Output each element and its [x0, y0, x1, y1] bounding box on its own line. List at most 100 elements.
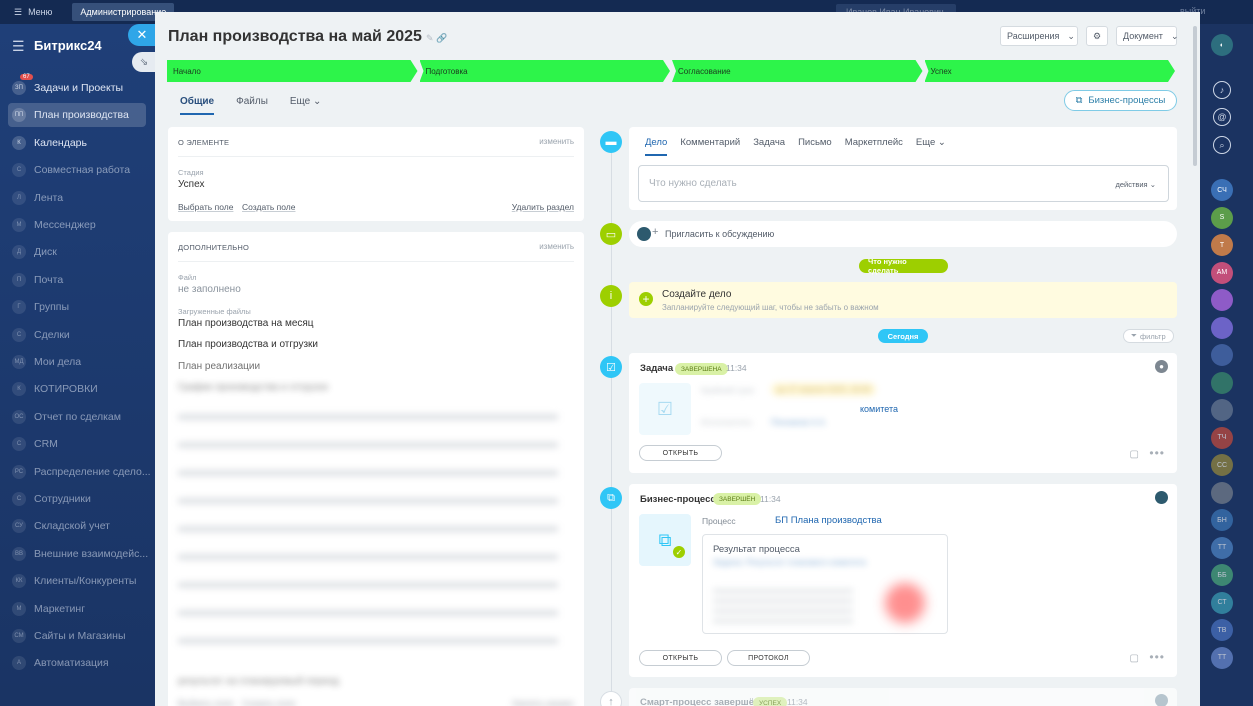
- chat-avatar[interactable]: [1211, 371, 1233, 394]
- menu-button[interactable]: ☰ Меню: [14, 7, 52, 18]
- bell-icon[interactable]: ♪: [1213, 81, 1231, 99]
- open-button[interactable]: ОТКРЫТЬ: [639, 650, 722, 666]
- add-icon[interactable]: +: [639, 292, 653, 306]
- sidebar-item[interactable]: СУ Складской учет: [0, 514, 155, 538]
- todo-input[interactable]: Что нужно сделать действия ⌄: [638, 165, 1169, 202]
- protocol-button[interactable]: ПРОТОКОЛ: [727, 650, 810, 666]
- chat-avatar[interactable]: СТ: [1211, 591, 1233, 614]
- tab-more[interactable]: Еще ⌄: [290, 96, 322, 115]
- chat-avatar[interactable]: ТЧ: [1211, 426, 1233, 449]
- chat-avatar[interactable]: [1211, 481, 1233, 504]
- sidebar-item-label: Почта: [34, 273, 64, 286]
- tab-task[interactable]: Задача: [753, 137, 785, 156]
- file-link[interactable]: План производства и отгрузки: [178, 339, 318, 350]
- stage-success[interactable]: Успех: [925, 60, 1176, 82]
- file-link[interactable]: План реализации: [178, 361, 260, 372]
- note-icon[interactable]: ▢: [1130, 449, 1139, 460]
- create-field-link[interactable]: Создать поле: [242, 698, 296, 706]
- chat-avatar[interactable]: СС: [1211, 454, 1233, 476]
- tab-marketplace[interactable]: Маркетплейс: [845, 137, 903, 156]
- collapse-icon[interactable]: ⇘: [132, 52, 156, 72]
- sidebar-item[interactable]: М Мессенджер: [0, 213, 155, 237]
- invite-row[interactable]: + Пригласить к обсуждению: [629, 221, 1177, 247]
- sidebar-item[interactable]: А Автоматизация: [0, 651, 155, 675]
- file-link[interactable]: План производства на месяц: [178, 318, 314, 329]
- more-icon[interactable]: •••: [1149, 650, 1165, 664]
- tab-deal[interactable]: Дело: [645, 137, 668, 156]
- sidebar-item[interactable]: ПП План производства: [8, 103, 146, 128]
- chat-avatar[interactable]: [1211, 399, 1233, 421]
- file-link[interactable]: График производства и отгрузок: [178, 382, 328, 393]
- sidebar-item[interactable]: РС Распределение сдело...: [0, 460, 155, 484]
- create-deal-card[interactable]: + Создайте дело Запланируйте следующий ш…: [629, 282, 1177, 318]
- sidebar-item[interactable]: П Почта: [0, 268, 155, 292]
- process-link[interactable]: БП Плана производства: [775, 515, 882, 526]
- stage-label: Стадия: [178, 168, 204, 177]
- create-field-link[interactable]: Создать поле: [242, 202, 296, 212]
- extensions-button[interactable]: Расширения ⌄: [1000, 26, 1078, 46]
- chat-avatar[interactable]: ТВ: [1211, 619, 1233, 641]
- stage-preparation[interactable]: Подготовка: [420, 60, 671, 82]
- open-button[interactable]: ОТКРЫТЬ: [639, 445, 722, 461]
- arrow-up-icon[interactable]: ↑: [600, 691, 622, 706]
- sidebar-item[interactable]: СМ Сайты и Магазины: [0, 624, 155, 648]
- avatar[interactable]: ◐: [1211, 34, 1233, 56]
- sidebar-item[interactable]: С Совместная работа: [0, 158, 155, 182]
- close-icon[interactable]: ✕: [128, 24, 156, 46]
- chat-avatar[interactable]: ББ: [1211, 564, 1233, 586]
- edit-icon[interactable]: ✎ 🔗: [426, 33, 447, 44]
- status-badge: ЗАВЕРШЁН: [713, 493, 762, 505]
- more-icon[interactable]: •••: [1149, 446, 1165, 460]
- business-processes-button[interactable]: ⧉ Бизнес-процессы: [1064, 90, 1177, 111]
- tab-comment[interactable]: Комментарий: [680, 137, 740, 156]
- sidebar-item[interactable]: Л Лента: [0, 186, 155, 210]
- sidebar-item[interactable]: ВВ Внешние взаимодейс...: [0, 542, 155, 566]
- document-button[interactable]: Документ ⌄: [1116, 26, 1178, 46]
- delete-section-link[interactable]: Удалить раздел: [512, 202, 574, 212]
- sidebar-item[interactable]: Г Группы: [0, 295, 155, 319]
- scrollbar[interactable]: [1193, 26, 1197, 166]
- choose-field-link[interactable]: Выбрать поле: [178, 698, 233, 706]
- choose-field-link[interactable]: Выбрать поле: [178, 202, 233, 212]
- sidebar-item[interactable]: КК Клиенты/Конкуренты: [0, 569, 155, 593]
- task-link[interactable]: комитета: [860, 404, 898, 414]
- about-edit-link[interactable]: изменить: [539, 137, 574, 146]
- at-icon[interactable]: @: [1213, 108, 1231, 126]
- sidebar-item[interactable]: МД Мои дела: [0, 350, 155, 374]
- burger-icon[interactable]: ☰: [12, 38, 25, 55]
- stage-start[interactable]: Начало: [167, 60, 418, 82]
- chat-avatar[interactable]: [1211, 316, 1233, 339]
- sidebar-item[interactable]: ОС Отчет по сделкам: [0, 405, 155, 429]
- tab-general[interactable]: Общие: [180, 96, 215, 115]
- chat-avatar[interactable]: ТТ: [1211, 646, 1233, 669]
- gear-button[interactable]: ⚙: [1086, 26, 1108, 46]
- chat-avatar[interactable]: [1211, 289, 1233, 311]
- chat-avatar[interactable]: СЧ: [1211, 179, 1233, 201]
- sidebar-item-label: Группы: [34, 301, 69, 314]
- sidebar-item[interactable]: C CRM: [0, 432, 155, 456]
- chat-avatar[interactable]: [1211, 344, 1233, 366]
- sidebar-item[interactable]: К КОТИРОВКИ: [0, 377, 155, 401]
- tab-files[interactable]: Файлы: [236, 96, 268, 115]
- delete-section-link[interactable]: Удалить раздел: [512, 698, 574, 706]
- sidebar-item[interactable]: Д Диск: [0, 240, 155, 264]
- filter-button[interactable]: ⏷ фильтр: [1123, 329, 1174, 343]
- chat-avatar[interactable]: ТТ: [1211, 536, 1233, 559]
- sidebar-item[interactable]: К Календарь: [0, 131, 155, 155]
- sidebar-item[interactable]: ЗП Задачи и Проекты 67: [0, 74, 155, 100]
- actions-dropdown[interactable]: действия ⌄: [1115, 180, 1156, 189]
- tab-more[interactable]: Еще ⌄: [916, 137, 946, 156]
- note-icon[interactable]: ▢: [1130, 653, 1139, 664]
- chat-avatar[interactable]: Т: [1211, 234, 1233, 256]
- extra-edit-link[interactable]: изменить: [539, 242, 574, 251]
- stage-approval[interactable]: Согласование: [672, 60, 923, 82]
- chat-avatar[interactable]: S: [1211, 206, 1233, 229]
- chat-avatar[interactable]: АМ: [1211, 261, 1233, 284]
- search-icon[interactable]: ⌕: [1213, 136, 1231, 154]
- sidebar-item-label: Отчет по сделкам: [34, 410, 121, 423]
- chat-avatar[interactable]: БН: [1211, 509, 1233, 531]
- tab-letter[interactable]: Письмо: [798, 137, 832, 156]
- sidebar-item[interactable]: С Сделки: [0, 323, 155, 347]
- sidebar-item[interactable]: С Сотрудники: [0, 487, 155, 511]
- sidebar-item[interactable]: М Маркетинг: [0, 597, 155, 621]
